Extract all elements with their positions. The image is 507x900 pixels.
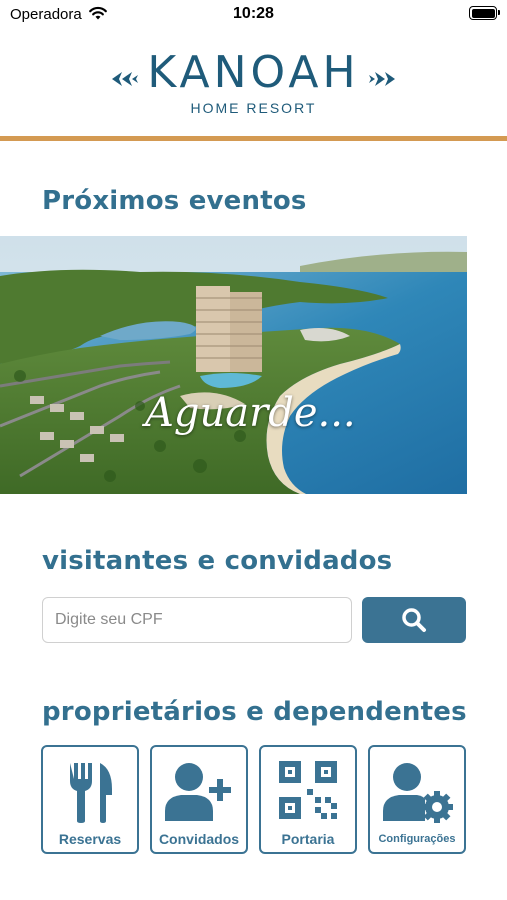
banner-text: Aguarde... bbox=[145, 390, 356, 436]
search-button[interactable] bbox=[362, 597, 466, 643]
convidados-label: Convidados bbox=[158, 831, 240, 847]
logo-title: KANOAH bbox=[147, 47, 360, 98]
owners-title: proprietários e dependentes bbox=[42, 697, 467, 727]
reservas-label: Reservas bbox=[58, 831, 122, 847]
app-header: KANOAH HOME RESORT bbox=[0, 30, 507, 142]
logo-left-ornament-icon bbox=[112, 72, 138, 86]
convidados-button[interactable]: Convidados bbox=[150, 745, 248, 854]
logo-right-ornament-icon bbox=[369, 72, 395, 86]
header-divider bbox=[0, 136, 507, 141]
reservas-button[interactable]: Reservas bbox=[41, 745, 139, 854]
status-time: 10:28 bbox=[233, 5, 274, 22]
add-user-icon bbox=[165, 763, 231, 821]
user-settings-icon bbox=[383, 763, 453, 823]
configuracoes-button[interactable]: Configurações bbox=[368, 745, 466, 854]
visitors-title: visitantes e convidados bbox=[42, 546, 393, 576]
portaria-button[interactable]: Portaria bbox=[259, 745, 357, 854]
logo-subtitle: HOME RESORT bbox=[190, 100, 317, 116]
events-title: Próximos eventos bbox=[42, 186, 307, 216]
cpf-input[interactable] bbox=[42, 597, 352, 643]
portaria-label: Portaria bbox=[281, 831, 335, 847]
search-icon bbox=[402, 608, 426, 632]
kanoah-logo: KANOAH HOME RESORT bbox=[110, 44, 397, 124]
status-bar: Operadora 10:28 bbox=[0, 0, 507, 30]
configuracoes-label: Configurações bbox=[378, 833, 456, 845]
fork-knife-icon bbox=[70, 763, 112, 823]
battery-icon bbox=[469, 6, 500, 20]
event-banner-image[interactable] bbox=[0, 236, 467, 494]
qr-code-icon bbox=[279, 761, 337, 819]
resort-aerial-illustration bbox=[0, 236, 467, 494]
